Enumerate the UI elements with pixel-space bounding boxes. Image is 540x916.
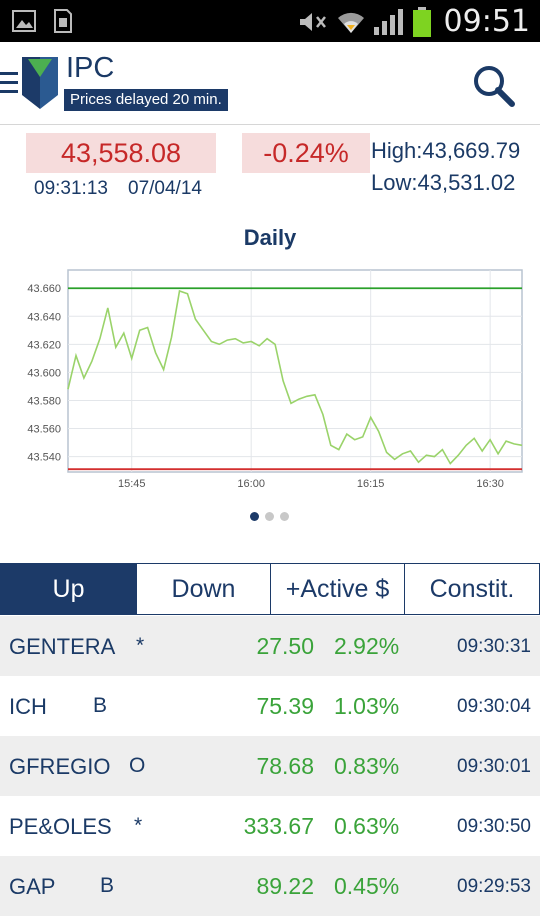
image-icon <box>12 10 36 32</box>
high-value: High:43,669.79 <box>371 138 520 164</box>
page-dot-3[interactable] <box>280 512 289 521</box>
x-tick-label: 15:45 <box>118 478 146 490</box>
low-label: Low: <box>371 170 418 195</box>
row-price: 75.39 <box>256 693 314 719</box>
menu-icon[interactable] <box>0 70 20 98</box>
y-tick-label: 43.540 <box>27 452 61 464</box>
y-tick-label: 43.640 <box>27 311 61 323</box>
table-row[interactable]: GAP B 89.22 0.45% 09:29:53 <box>0 856 540 916</box>
row-change: 2.92% <box>334 633 400 659</box>
logo <box>22 57 58 109</box>
row-time: 09:30:01 <box>457 756 531 777</box>
delay-badge: Prices delayed 20 min. <box>64 89 228 111</box>
last-price: 43,558.08 <box>26 133 216 173</box>
signal-icon <box>373 8 403 35</box>
wifi-icon <box>337 12 364 33</box>
y-tick-label: 43.560 <box>27 424 61 436</box>
issuer-series: B <box>100 874 115 897</box>
issuer-name: GENTERA <box>9 634 116 659</box>
issuer-series: * <box>134 814 143 837</box>
issuer-name: PE&OLES <box>9 814 112 839</box>
issuer-series: * <box>136 634 145 657</box>
row-price: 27.50 <box>256 633 314 659</box>
row-price: 89.22 <box>256 873 314 899</box>
row-time: 09:29:53 <box>457 876 531 897</box>
row-change: 0.63% <box>334 813 400 839</box>
clock: 09:51 <box>443 4 530 39</box>
tab-active-value[interactable]: +Active $ <box>271 564 405 614</box>
table-row[interactable]: GFREGIO O 78.68 0.83% 09:30:01 <box>0 736 540 796</box>
quote-date: 07/04/14 <box>128 178 202 199</box>
y-tick-label: 43.660 <box>27 283 61 295</box>
tab-down[interactable]: Down <box>137 564 271 614</box>
x-tick-label: 16:00 <box>237 478 265 490</box>
y-tick-label: 43.620 <box>27 339 61 351</box>
row-price: 333.67 <box>243 813 314 839</box>
battery-icon <box>412 6 431 37</box>
y-tick-label: 43.580 <box>27 395 61 407</box>
high-label: High: <box>371 138 423 163</box>
daily-chart[interactable]: 43.660 43.640 43.620 43.600 43.580 43.560 43.5… <box>0 260 540 500</box>
low-number: 43,531.02 <box>417 170 516 195</box>
quote-time: 09:31:13 <box>34 178 108 199</box>
plot-area <box>67 269 523 473</box>
page-dot-1[interactable] <box>250 512 259 521</box>
issuer-name: ICH <box>9 694 47 719</box>
sim-icon <box>54 9 72 33</box>
issuer-name: GAP <box>9 874 56 899</box>
table-row[interactable]: GENTERA * 27.50 2.92% 09:30:31 <box>0 616 540 676</box>
row-time: 09:30:04 <box>457 696 531 717</box>
app-title: IPC <box>66 52 115 84</box>
row-time: 09:30:50 <box>457 816 531 837</box>
row-change: 0.83% <box>334 753 400 779</box>
page-indicator <box>250 512 289 521</box>
y-tick-label: 43.600 <box>27 367 61 379</box>
chart-title: Daily <box>243 225 297 250</box>
tab-constituents[interactable]: Constit. <box>405 564 539 614</box>
high-number: 43,669.79 <box>422 138 521 163</box>
issuer-series: B <box>93 694 108 717</box>
status-bar: 09:51 <box>0 0 540 42</box>
row-time: 09:30:31 <box>457 636 531 657</box>
row-change: 1.03% <box>334 693 400 719</box>
percent-change: -0.24% <box>242 133 370 173</box>
mute-icon <box>299 12 326 31</box>
x-tick-label: 16:30 <box>476 478 504 490</box>
low-value: Low:43,531.02 <box>371 170 515 196</box>
movers-tabs: Up Down +Active $ Constit. <box>0 563 540 615</box>
page-dot-2[interactable] <box>265 512 274 521</box>
tab-up[interactable]: Up <box>1 564 137 614</box>
search-icon[interactable] <box>470 62 518 110</box>
issuer-name: GFREGIO <box>9 754 111 779</box>
issuer-series: O <box>129 754 146 777</box>
x-tick-label: 16:15 <box>357 478 385 490</box>
table-row[interactable]: PE&OLES * 333.67 0.63% 09:30:50 <box>0 796 540 856</box>
table-row[interactable]: ICH B 75.39 1.03% 09:30:04 <box>0 676 540 736</box>
row-change: 0.45% <box>334 873 400 899</box>
row-price: 78.68 <box>256 753 314 779</box>
